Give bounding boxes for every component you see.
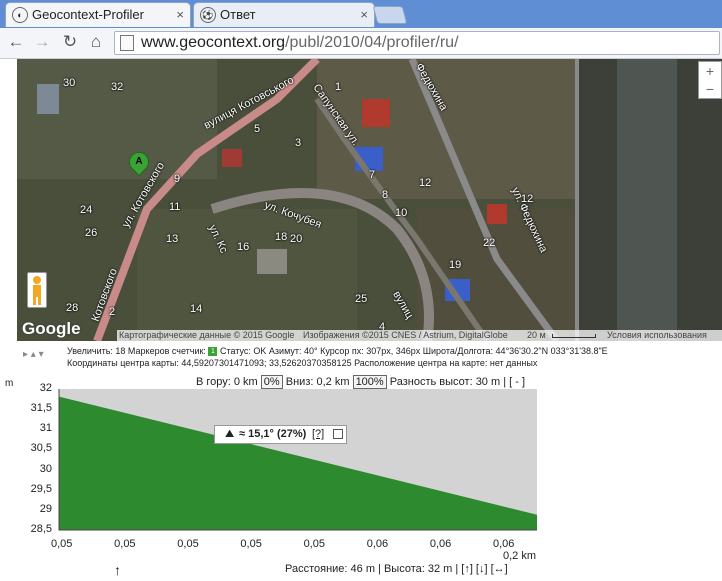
status-line-2: Координаты центра карты: 44,592073014710… — [67, 358, 538, 368]
x-tick-label: 0,05 — [114, 538, 136, 550]
house-number: 1 — [335, 81, 342, 93]
house-number: 10 — [395, 207, 408, 219]
house-number: 2 — [109, 306, 116, 318]
map-zoom-control[interactable]: + − — [698, 61, 722, 99]
tab-title: Geocontext-Profiler — [32, 7, 144, 22]
address-bar[interactable]: www.geocontext.org/publ/2010/04/profiler… — [114, 31, 720, 55]
house-number: 24 — [80, 204, 93, 216]
cursor-readout: Расстояние: 46 m | Высота: 32 m | [↑] [↓… — [285, 563, 508, 575]
house-number: 22 — [483, 237, 496, 249]
forward-button[interactable]: → — [32, 32, 52, 52]
soccer-ball-icon: ⚽ — [200, 7, 216, 23]
house-number: 19 — [449, 259, 462, 271]
x-tick-label: 0,05 — [177, 538, 199, 550]
house-number: 26 — [85, 227, 98, 239]
tab-otvet[interactable]: ⚽ Ответ × — [193, 2, 375, 27]
tooltip-close-button[interactable] — [333, 429, 343, 439]
y-tick-label: 28,5 — [30, 523, 52, 535]
tab-title: Ответ — [220, 7, 256, 22]
y-tick-label: 29 — [39, 502, 52, 515]
close-icon[interactable]: × — [360, 3, 368, 27]
pegman-icon[interactable] — [27, 272, 47, 308]
tab-geocontext[interactable]: ◐ Geocontext-Profiler × — [5, 2, 191, 27]
house-number: 32 — [111, 81, 124, 93]
y-tick-label: 32 — [39, 382, 52, 394]
slope-icon: ⛰ — [225, 428, 235, 440]
house-number: 18 — [275, 231, 288, 243]
y-tick-label: 29,5 — [30, 482, 52, 495]
house-number: 11 — [169, 201, 181, 213]
map-imagery — [17, 59, 722, 341]
house-number: 3 — [295, 137, 302, 149]
cursor-position-arrow: ↑ — [114, 562, 121, 578]
status-line-1: Увеличить: 18 Маркеров счетчик: 1 Статус… — [67, 346, 608, 357]
close-icon[interactable]: × — [176, 3, 184, 27]
google-logo: Google — [22, 319, 81, 338]
house-number: 7 — [369, 169, 376, 181]
help-link[interactable]: [?] — [312, 426, 324, 443]
copyright-text: Картографические данные © 2015 Google — [119, 330, 295, 340]
page-icon — [120, 35, 134, 51]
x-tick-label: 0,06 — [366, 538, 389, 550]
slope-value: ≈ 15,1° (27%) — [239, 428, 307, 440]
zoom-out-button[interactable]: − — [699, 80, 721, 98]
house-number: 16 — [237, 241, 250, 253]
zoom-in-button[interactable]: + — [699, 62, 721, 80]
house-number: 12 — [419, 177, 432, 189]
house-number: 28 — [66, 302, 79, 314]
geocontext-icon: ◐ — [12, 7, 28, 23]
x-tick-label: 0,05 — [240, 538, 262, 550]
url-text: www.geocontext.org/publ/2010/04/profiler… — [141, 34, 459, 51]
imagery-credit: Изображения ©2015 CNES / Astrium, Digita… — [303, 330, 508, 340]
direction-controls[interactable]: ▸ ▴ ▾ — [23, 349, 44, 360]
y-tick-label: 30,5 — [30, 442, 52, 455]
house-number: 25 — [355, 293, 368, 305]
new-tab-button[interactable] — [372, 6, 408, 24]
house-number: 30 — [63, 77, 76, 89]
reload-button[interactable]: ↻ — [60, 32, 80, 52]
y-tick-label: 31 — [39, 422, 52, 435]
house-number: 20 — [290, 233, 303, 245]
x-tick-label: 0,06 — [429, 538, 452, 550]
house-number: 14 — [190, 303, 203, 315]
tab-bar: ◐ Geocontext-Profiler × ⚽ Ответ × — [0, 0, 722, 28]
house-number: 12 — [521, 193, 534, 205]
terms-link[interactable]: Условия использования — [607, 330, 707, 341]
x-tick-label: 0,06 — [493, 538, 515, 550]
y-tick-label: 30 — [39, 462, 52, 475]
home-button[interactable]: ⌂ — [86, 32, 106, 52]
marker-label: A — [135, 156, 143, 167]
scale-bar — [552, 334, 596, 338]
house-number: 8 — [382, 189, 389, 201]
house-number: 5 — [254, 123, 261, 135]
browser-toolbar: ← → ↻ ⌂ www.geocontext.org/publ/2010/04/… — [0, 28, 722, 59]
x-tick-label: 0,05 — [51, 538, 73, 550]
elevation-chart[interactable] — [0, 372, 722, 581]
map-attribution: Картографические данные © 2015 Google Из… — [117, 330, 722, 341]
x-tick-label: 0,05 — [303, 538, 325, 550]
scale-label: 20 м — [527, 330, 546, 340]
back-button[interactable]: ← — [6, 32, 26, 52]
y-tick-label: 31,5 — [30, 402, 52, 415]
x-axis-unit: 0,2 km — [503, 550, 537, 562]
slope-tooltip: ⛰ ≈ 15,1° (27%) [?] — [214, 425, 347, 444]
house-number: 9 — [174, 173, 181, 185]
house-number: 13 — [166, 233, 179, 245]
satellite-map[interactable]: вулиця Котовського Сапунская ул. Федюхин… — [17, 59, 722, 341]
elevation-profile: m В гору: 0 km 0% Вниз: 0,2 km 100% Разн… — [0, 372, 722, 581]
status-panel: ▸ ▴ ▾ Увеличить: 18 Маркеров счетчик: 1 … — [0, 344, 722, 370]
